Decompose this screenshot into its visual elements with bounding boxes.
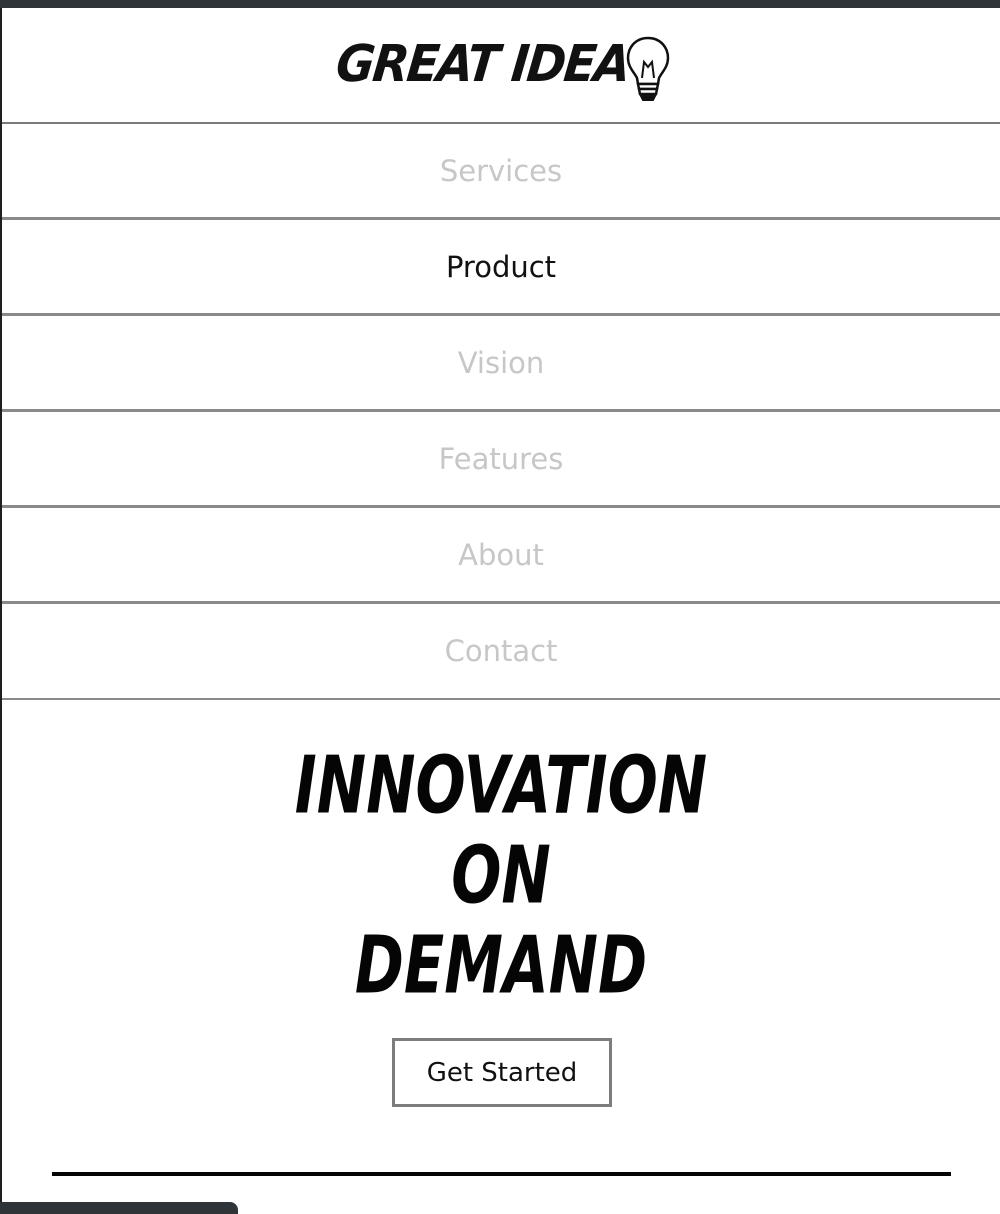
main-nav: Services Product Vision Features About C… bbox=[2, 124, 1000, 700]
browser-status-bar bbox=[0, 1202, 238, 1214]
nav-item-vision[interactable]: Vision bbox=[2, 316, 1000, 412]
get-started-button[interactable]: Get Started bbox=[392, 1038, 612, 1107]
hero-section: INNOVATION ON DEMAND bbox=[2, 739, 1000, 1011]
hero-title-line-3: DEMAND bbox=[354, 918, 648, 1012]
nav-item-about[interactable]: About bbox=[2, 508, 1000, 604]
hero-title-line-2: ON bbox=[451, 828, 551, 922]
site-logo[interactable]: GREAT IDEA bbox=[333, 30, 680, 106]
hero-title-line-1: INNOVATION bbox=[294, 738, 708, 832]
section-divider bbox=[52, 1172, 951, 1176]
logo-text: GREAT IDEA bbox=[333, 34, 632, 94]
browser-top-strip bbox=[0, 0, 1000, 8]
lightbulb-icon bbox=[626, 36, 670, 101]
nav-item-contact[interactable]: Contact bbox=[2, 604, 1000, 700]
site-header: GREAT IDEA bbox=[2, 8, 1000, 124]
nav-item-product[interactable]: Product bbox=[2, 220, 1000, 316]
nav-item-services[interactable]: Services bbox=[2, 124, 1000, 220]
nav-item-features[interactable]: Features bbox=[2, 412, 1000, 508]
